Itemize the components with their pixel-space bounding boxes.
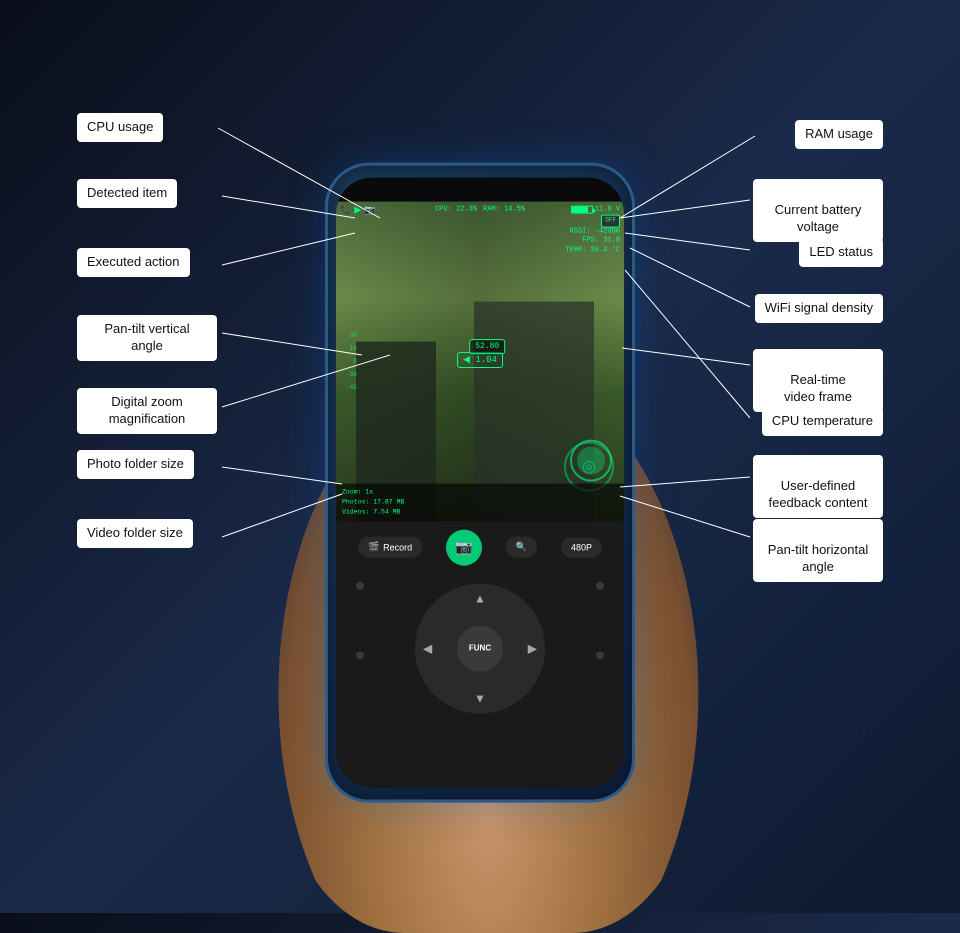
zoom-arrow: ◀ <box>463 355 470 365</box>
cpu-temperature-label: CPU temperature <box>762 407 883 436</box>
control-panel: 🎬 Record 📷 🔍 480P <box>336 521 624 787</box>
resolution-button[interactable]: 480P <box>561 537 602 557</box>
zoom-indicator: ◀ 1.04 <box>457 352 503 368</box>
side-dot-left <box>356 581 364 589</box>
user-feedback-label: User-definedfeedback content <box>753 455 883 518</box>
dpad-right[interactable]: ▶ <box>528 641 537 655</box>
dpad[interactable]: FUNC ▲ ▼ ◀ ▶ <box>415 583 545 713</box>
cpu-value: CPU: 22.3% <box>435 205 477 213</box>
digital-zoom-label: Digital zoommagnification <box>77 388 217 434</box>
fps-value: FPS: 31.8 <box>582 237 620 247</box>
battery-fill <box>572 207 588 213</box>
executed-action-label: Executed action <box>77 248 190 277</box>
temp-value: TEMP: 38.4 °C <box>565 247 620 257</box>
record-circle-hud[interactable] <box>570 439 612 481</box>
zoom-text: Zoom: 1x <box>342 488 618 498</box>
phone-device: 📞 ▶ 📷 CPU: 22.3% RAM: 14.5% <box>325 162 635 802</box>
record-label: Record <box>383 542 412 552</box>
ram-usage-label: RAM usage <box>795 120 883 149</box>
zoom-icon: 🔍 <box>516 542 527 553</box>
detected-item-label: Detected item <box>77 179 177 208</box>
ram-value: RAM: 14.5% <box>483 205 525 213</box>
record-button[interactable]: 🎬 Record <box>358 537 422 558</box>
cpu-usage-label: CPU usage <box>77 113 163 142</box>
current-battery-label: Current batteryvoltage <box>753 179 883 242</box>
side-dot-right-2 <box>596 651 604 659</box>
camera-view[interactable]: 📞 ▶ 📷 CPU: 22.3% RAM: 14.5% <box>336 201 624 521</box>
photo-button[interactable]: 📷 <box>446 529 482 565</box>
battery-bar <box>571 206 593 214</box>
record-circle-inner <box>577 446 605 474</box>
altitude-indicator: 52.80 <box>469 339 505 354</box>
phone-notch <box>440 177 520 197</box>
videos-text: Videos: 7.54 MB <box>342 507 618 517</box>
led-off-text: OFF <box>605 217 616 224</box>
photo-folder-label: Photo folder size <box>77 450 194 479</box>
video-folder-label: Video folder size <box>77 519 193 548</box>
pan-tilt-vertical-label: Pan-tilt verticalangle <box>77 315 217 361</box>
altitude-value: 52.80 <box>475 342 499 351</box>
wifi-signal-label: WiFi signal density <box>755 294 883 323</box>
info-strip: Zoom: 1x Photos: 17.87 MB Videos: 7.54 M… <box>336 484 624 521</box>
zoom-button[interactable]: 🔍 <box>506 537 537 558</box>
rssi-value: RSSI: -42dBm <box>570 227 620 237</box>
photos-text: Photos: 17.87 MB <box>342 498 618 508</box>
phone-screen[interactable]: 📞 ▶ 📷 CPU: 22.3% RAM: 14.5% <box>336 177 624 787</box>
record-icon: 🎬 <box>368 542 379 553</box>
hud-top-right: 11.9 V OFF RSSI: -42dBm FPS: 31.8 TEMP: … <box>565 205 620 257</box>
dpad-left[interactable]: ◀ <box>423 641 432 655</box>
func-label: FUNC <box>469 644 491 653</box>
led-off-badge: OFF <box>601 215 620 227</box>
dpad-ring: FUNC ▲ ▼ ◀ ▶ <box>415 583 545 713</box>
toolbar: 🎬 Record 📷 🔍 480P <box>336 521 624 573</box>
side-dot-left-2 <box>356 651 364 659</box>
dpad-up[interactable]: ▲ <box>474 591 486 605</box>
hud-overlay: 📞 ▶ 📷 CPU: 22.3% RAM: 14.5% <box>336 201 624 521</box>
dpad-down[interactable]: ▼ <box>474 691 486 705</box>
func-button[interactable]: FUNC <box>457 625 503 671</box>
pan-tilt-horizontal-label: Pan-tilt horizontalangle <box>753 519 883 582</box>
side-dot-right <box>596 581 604 589</box>
realtime-video-label: Real-timevideo frame <box>753 349 883 412</box>
battery-indicator: 11.9 V <box>571 205 620 215</box>
phone-body: 📞 ▶ 📷 CPU: 22.3% RAM: 14.5% <box>325 162 635 802</box>
resolution-label: 480P <box>571 542 592 552</box>
vertical-scale: 30 15 0 -30 -45 <box>346 332 357 391</box>
camera-shutter-icon: 📷 <box>455 539 472 556</box>
led-status-label: LED status <box>799 238 883 267</box>
battery-voltage: 11.9 V <box>595 205 620 215</box>
zoom-value: 1.04 <box>475 355 497 365</box>
